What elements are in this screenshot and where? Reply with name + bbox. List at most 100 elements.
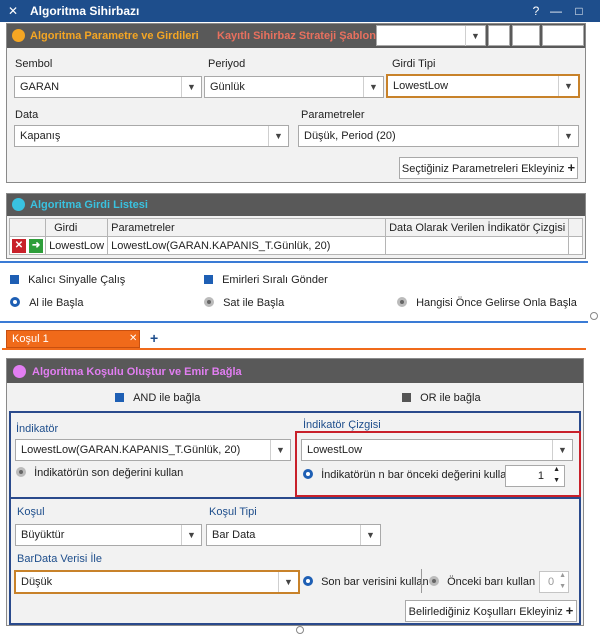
add-conditions-button[interactable]: Belirlediğiniz Koşulları Ekleyiniz +: [405, 600, 577, 622]
checkbox-icon: [115, 393, 124, 402]
chevron-down-icon: ▼: [552, 440, 572, 460]
period-label: Periyod: [208, 58, 246, 70]
start-sell-radio[interactable]: Sat ile Başla: [204, 297, 284, 309]
stepper-down-icon[interactable]: ▼: [559, 583, 566, 590]
condition-builder-region: İndikatör LowestLow(GARAN.KAPANIS_T.Günl…: [9, 411, 581, 625]
persistent-signal-checkbox[interactable]: Kalıcı Sinyalle Çalış: [10, 274, 125, 286]
indicator-select[interactable]: LowestLow(GARAN.KAPANIS_T.Günlük, 20) ▼: [15, 439, 291, 461]
n-bar-stepper[interactable]: 1 ▲ ▼: [505, 465, 565, 487]
condition-label: Koşul: [17, 506, 45, 518]
stepper-up-icon[interactable]: ▲: [553, 466, 560, 473]
plus-icon: +: [565, 603, 574, 618]
indicator-label: İndikatör: [16, 423, 59, 435]
symbol-select[interactable]: GARAN ▼: [14, 76, 202, 98]
prev-bar-stepper[interactable]: 0 ▲ ▼: [539, 571, 569, 593]
checkbox-icon: [10, 275, 19, 284]
chevron-down-icon: ▼: [181, 77, 201, 97]
start-whichever-radio[interactable]: Hangisi Önce Gelirse Onla Başla: [397, 297, 577, 309]
radio-selected-icon: [303, 469, 313, 479]
condition-select[interactable]: Büyüktür ▼: [15, 524, 202, 546]
data-select[interactable]: Kapanış ▼: [14, 125, 289, 147]
section-dot-icon: [13, 365, 26, 378]
new-template-button[interactable]: Yeni: [512, 25, 540, 46]
input-type-label: Girdi Tipi: [392, 58, 436, 70]
prev-bar-radio[interactable]: Önceki barı kullan :: [429, 576, 541, 588]
start-buy-radio[interactable]: Al ile Başla: [10, 297, 83, 309]
column-header: Parametreler: [107, 218, 387, 237]
table-row[interactable]: ✕ ➜ LowestLow LowestLow(GARAN.KAPANIS_T.…: [8, 236, 583, 255]
or-checkbox[interactable]: OR ile bağla: [402, 392, 481, 404]
input-type-select[interactable]: LowestLow ▼: [386, 74, 580, 98]
checkbox-icon: [402, 393, 411, 402]
radio-icon: [204, 297, 214, 307]
title-bar: ✕ Algoritma Sihirbazı ? — □: [0, 0, 600, 22]
close-icon[interactable]: ✕: [4, 2, 22, 20]
params-label: Parametreler: [301, 109, 365, 121]
symbol-label: Sembol: [15, 58, 53, 70]
help-icon[interactable]: ?: [527, 2, 545, 20]
close-tab-icon[interactable]: ✕: [129, 333, 137, 344]
chevron-down-icon: ▼: [278, 572, 298, 592]
stepper-down-icon[interactable]: ▼: [553, 477, 560, 484]
use-n-bar-radio[interactable]: İndikatörün n bar önceki değerini kullan…: [303, 469, 519, 481]
templates-select[interactable]: ▼: [376, 25, 486, 46]
column-header: Girdi: [45, 218, 109, 237]
and-checkbox[interactable]: AND ile bağla: [115, 392, 200, 404]
period-select[interactable]: Günlük ▼: [204, 76, 384, 98]
row-line: [385, 236, 570, 255]
delete-template-button[interactable]: Sil: [488, 25, 510, 46]
params-select[interactable]: Düşük, Period (20) ▼: [298, 125, 579, 147]
parameters-title: Algoritma Parametre ve Girdileri: [30, 30, 199, 42]
data-label: Data: [15, 109, 39, 121]
delete-row-icon[interactable]: ✕: [12, 238, 26, 253]
row-params: LowestLow(GARAN.KAPANIS_T.Günlük, 20): [107, 236, 387, 255]
chevron-down-icon: ▼: [363, 77, 383, 97]
save-template-button[interactable]: Kaydet: [542, 25, 584, 46]
tab-underline: [2, 348, 586, 350]
radio-selected-icon: [10, 297, 20, 307]
input-list-header: Algoritma Girdi Listesi: [7, 194, 585, 216]
resize-handle[interactable]: [590, 312, 598, 320]
radio-icon: [397, 297, 407, 307]
use-last-value-radio[interactable]: İndikatörün son değerini kullan: [16, 467, 183, 479]
parameters-header: Algoritma Parametre ve Girdileri Kayıtlı…: [7, 24, 585, 48]
stepper-up-icon[interactable]: ▲: [559, 572, 566, 579]
sequential-orders-checkbox[interactable]: Emirleri Sıralı Gönder: [204, 274, 328, 286]
bardata-label: BarData Verisi İle: [17, 553, 102, 565]
chevron-down-icon: ▼: [465, 26, 485, 46]
divider: [0, 261, 588, 263]
input-list-title: Algoritma Girdi Listesi: [30, 199, 148, 211]
add-params-button[interactable]: Seçtiğiniz Parametreleri Ekleyiniz +: [399, 157, 578, 179]
divider: [0, 321, 588, 323]
radio-icon: [429, 576, 439, 586]
resize-handle[interactable]: [296, 626, 304, 634]
chevron-down-icon: ▼: [360, 525, 380, 545]
plus-icon: +: [567, 160, 576, 175]
edit-row-icon[interactable]: ➜: [29, 238, 44, 253]
tab-kosul-1[interactable]: Koşul 1 ✕: [6, 330, 140, 348]
chevron-down-icon: ▼: [270, 440, 290, 460]
indicator-line-box: İndikatör Çizgisi LowestLow ▼ İndikatörü…: [295, 419, 581, 497]
section-dot-icon: [12, 29, 25, 42]
bardata-select[interactable]: Düşük ▼: [14, 570, 300, 594]
row-input: LowestLow: [45, 236, 109, 255]
condition-title: Algoritma Koşulu Oluştur ve Emir Bağla: [32, 366, 242, 378]
chevron-down-icon: ▼: [558, 126, 578, 146]
indicator-line-select[interactable]: LowestLow ▼: [301, 439, 573, 461]
column-header: Data Olarak Verilen İndikatör Çizgisi: [385, 218, 570, 237]
minimize-icon[interactable]: —: [547, 2, 565, 20]
add-tab-button[interactable]: +: [150, 330, 158, 346]
condition-type-label: Koşul Tipi: [209, 506, 257, 518]
chevron-down-icon: ▼: [268, 126, 288, 146]
input-list-table: Girdi Parametreler Data Olarak Verilen İ…: [8, 218, 583, 255]
radio-selected-icon: [303, 576, 313, 586]
divider: [421, 569, 422, 593]
condition-type-select[interactable]: Bar Data ▼: [206, 524, 381, 546]
input-list-panel: Algoritma Girdi Listesi Girdi Parametrel…: [6, 193, 586, 259]
section-dot-icon: [12, 198, 25, 211]
last-bar-radio[interactable]: Son bar verisini kullan: [303, 576, 429, 588]
chevron-down-icon: ▼: [558, 76, 578, 96]
chevron-down-icon: ▼: [181, 525, 201, 545]
maximize-icon[interactable]: □: [570, 2, 588, 20]
radio-icon: [16, 467, 26, 477]
